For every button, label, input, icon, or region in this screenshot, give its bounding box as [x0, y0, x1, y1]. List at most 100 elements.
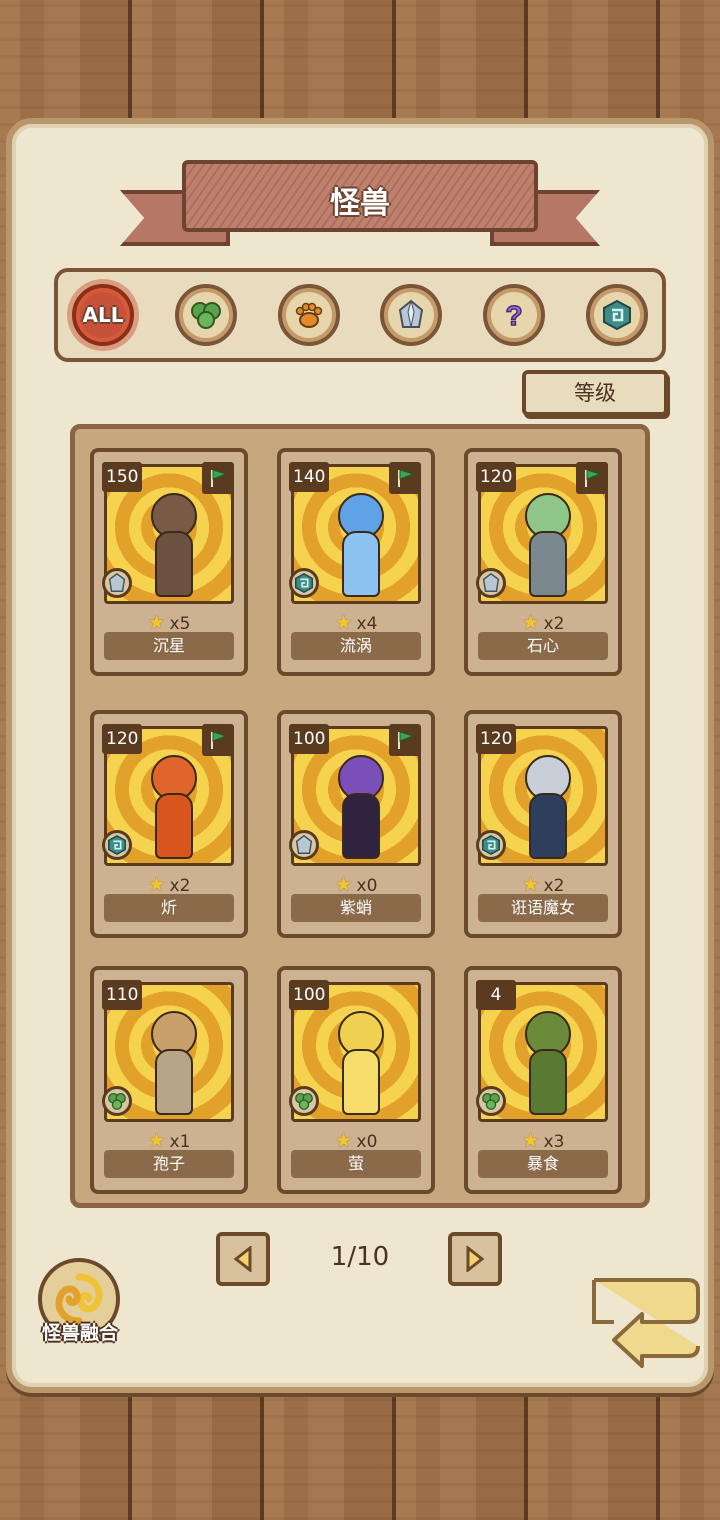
- monster-name: 诳语魔女: [478, 894, 608, 922]
- level-badge: 140: [289, 462, 330, 492]
- leaf-icon: [295, 1093, 313, 1110]
- monster-figure: [137, 1011, 207, 1115]
- leaf-icon: [190, 302, 221, 329]
- monster-type-badge: [289, 568, 319, 598]
- level-badge: 100: [289, 980, 330, 1010]
- star-icon: ★: [147, 872, 166, 896]
- sort-by-level-button[interactable]: 等级: [522, 370, 668, 416]
- filter-tab-element[interactable]: [585, 284, 648, 346]
- monster-card[interactable]: 100 ★ x0 萤: [277, 966, 435, 1194]
- filter-tab-plant[interactable]: [174, 284, 237, 346]
- page-title: 怪兽: [330, 186, 390, 221]
- next-page-button[interactable]: [448, 1232, 502, 1286]
- star-icon: ★: [521, 872, 540, 896]
- star-count-value: x1: [169, 1132, 191, 1152]
- monster-card[interactable]: 4 ★ x3 暴食: [464, 966, 622, 1194]
- level-badge: 110: [102, 980, 143, 1010]
- star-count: ★ x3: [468, 1128, 618, 1152]
- monster-figure: [137, 755, 207, 859]
- crystal-icon: [295, 834, 313, 854]
- chevron-right-icon: [466, 1246, 485, 1272]
- page-indicator: 1/10: [330, 1242, 390, 1272]
- monster-card[interactable]: 110 ★ x1 孢子: [90, 966, 248, 1194]
- flag-icon: [398, 469, 415, 487]
- flag-badge: [202, 462, 234, 494]
- star-count: ★ x2: [94, 872, 244, 896]
- star-count-value: x0: [356, 876, 378, 896]
- monster-name: 孢子: [104, 1150, 234, 1178]
- svg-text:?: ?: [506, 300, 523, 331]
- filter-tab-beast[interactable]: [277, 284, 340, 346]
- monster-card[interactable]: 150 ★ x5 沉星: [90, 448, 248, 676]
- monster-type-badge: [102, 568, 132, 598]
- filter-all-label: ALL: [82, 303, 124, 327]
- filter-tab-mineral[interactable]: [380, 284, 443, 346]
- filter-tab-all[interactable]: ALL: [72, 284, 134, 346]
- flag-badge: [576, 462, 608, 494]
- monster-card[interactable]: 120 ★ x2 炘: [90, 710, 248, 938]
- level-badge: 100: [289, 724, 330, 754]
- flag-icon: [585, 469, 602, 487]
- star-count-value: x0: [356, 1132, 378, 1152]
- level-badge: 120: [476, 724, 517, 754]
- crystal-icon: [108, 572, 126, 592]
- crystal-icon: [482, 572, 500, 592]
- ribbon-banner: 怪兽: [182, 160, 538, 232]
- prev-page-button[interactable]: [216, 1232, 270, 1286]
- flag-badge: [389, 724, 421, 756]
- star-count-value: x5: [169, 614, 191, 634]
- flag-icon: [211, 469, 228, 487]
- monster-card[interactable]: 140 ★ x4 流涡: [277, 448, 435, 676]
- monster-figure: [511, 1011, 581, 1115]
- monster-type-badge: [476, 1086, 506, 1116]
- monster-card[interactable]: 120 ★ x2 石心: [464, 448, 622, 676]
- flag-icon: [398, 731, 415, 749]
- level-badge: 4: [476, 980, 516, 1010]
- monster-type-badge: [476, 568, 506, 598]
- filter-tab-mystery[interactable]: ?: [483, 284, 546, 346]
- type-filter-bar: ALL ?: [54, 268, 666, 362]
- flag-icon: [211, 731, 228, 749]
- monster-card[interactable]: 100 ★ x0 紫蛸: [277, 710, 435, 938]
- star-count-value: x2: [543, 876, 565, 896]
- star-icon: ★: [334, 872, 353, 896]
- monster-figure: [511, 755, 581, 859]
- level-badge: 150: [102, 462, 143, 492]
- monster-fusion-label: 怪兽融合: [41, 1322, 118, 1344]
- question-icon: ?: [505, 299, 524, 332]
- star-count: ★ x0: [281, 872, 431, 896]
- star-icon: ★: [334, 1128, 353, 1152]
- monster-type-badge: [289, 830, 319, 860]
- monster-figure: [324, 1011, 394, 1115]
- monster-type-badge: [476, 830, 506, 860]
- star-count: ★ x1: [94, 1128, 244, 1152]
- monster-figure: [324, 493, 394, 597]
- star-count: ★ x2: [468, 610, 618, 634]
- spiral-icon: [108, 834, 126, 856]
- back-button[interactable]: [584, 1274, 704, 1378]
- star-count-value: x4: [356, 614, 378, 634]
- leaf-icon: [482, 1093, 500, 1110]
- monster-name: 紫蛸: [291, 894, 421, 922]
- monster-name: 暴食: [478, 1150, 608, 1178]
- crystal-icon: [399, 299, 424, 328]
- monster-type-badge: [289, 1086, 319, 1116]
- monster-figure: [324, 755, 394, 859]
- star-count-value: x3: [543, 1132, 565, 1152]
- monster-name: 炘: [104, 894, 234, 922]
- monster-card[interactable]: 120 ★ x2 诳语魔女: [464, 710, 622, 938]
- monster-figure: [137, 493, 207, 597]
- spiral-icon: [295, 572, 313, 594]
- monster-type-badge: [102, 830, 132, 860]
- monster-name: 沉星: [104, 632, 234, 660]
- level-badge: 120: [102, 724, 143, 754]
- flag-badge: [202, 724, 234, 756]
- star-count: ★ x2: [468, 872, 618, 896]
- star-count: ★ x4: [281, 610, 431, 634]
- title-ribbon: 怪兽: [120, 150, 600, 260]
- star-count: ★ x0: [281, 1128, 431, 1152]
- monster-name: 萤: [291, 1150, 421, 1178]
- monster-name: 流涡: [291, 632, 421, 660]
- star-icon: ★: [147, 610, 166, 634]
- star-icon: ★: [147, 1128, 166, 1152]
